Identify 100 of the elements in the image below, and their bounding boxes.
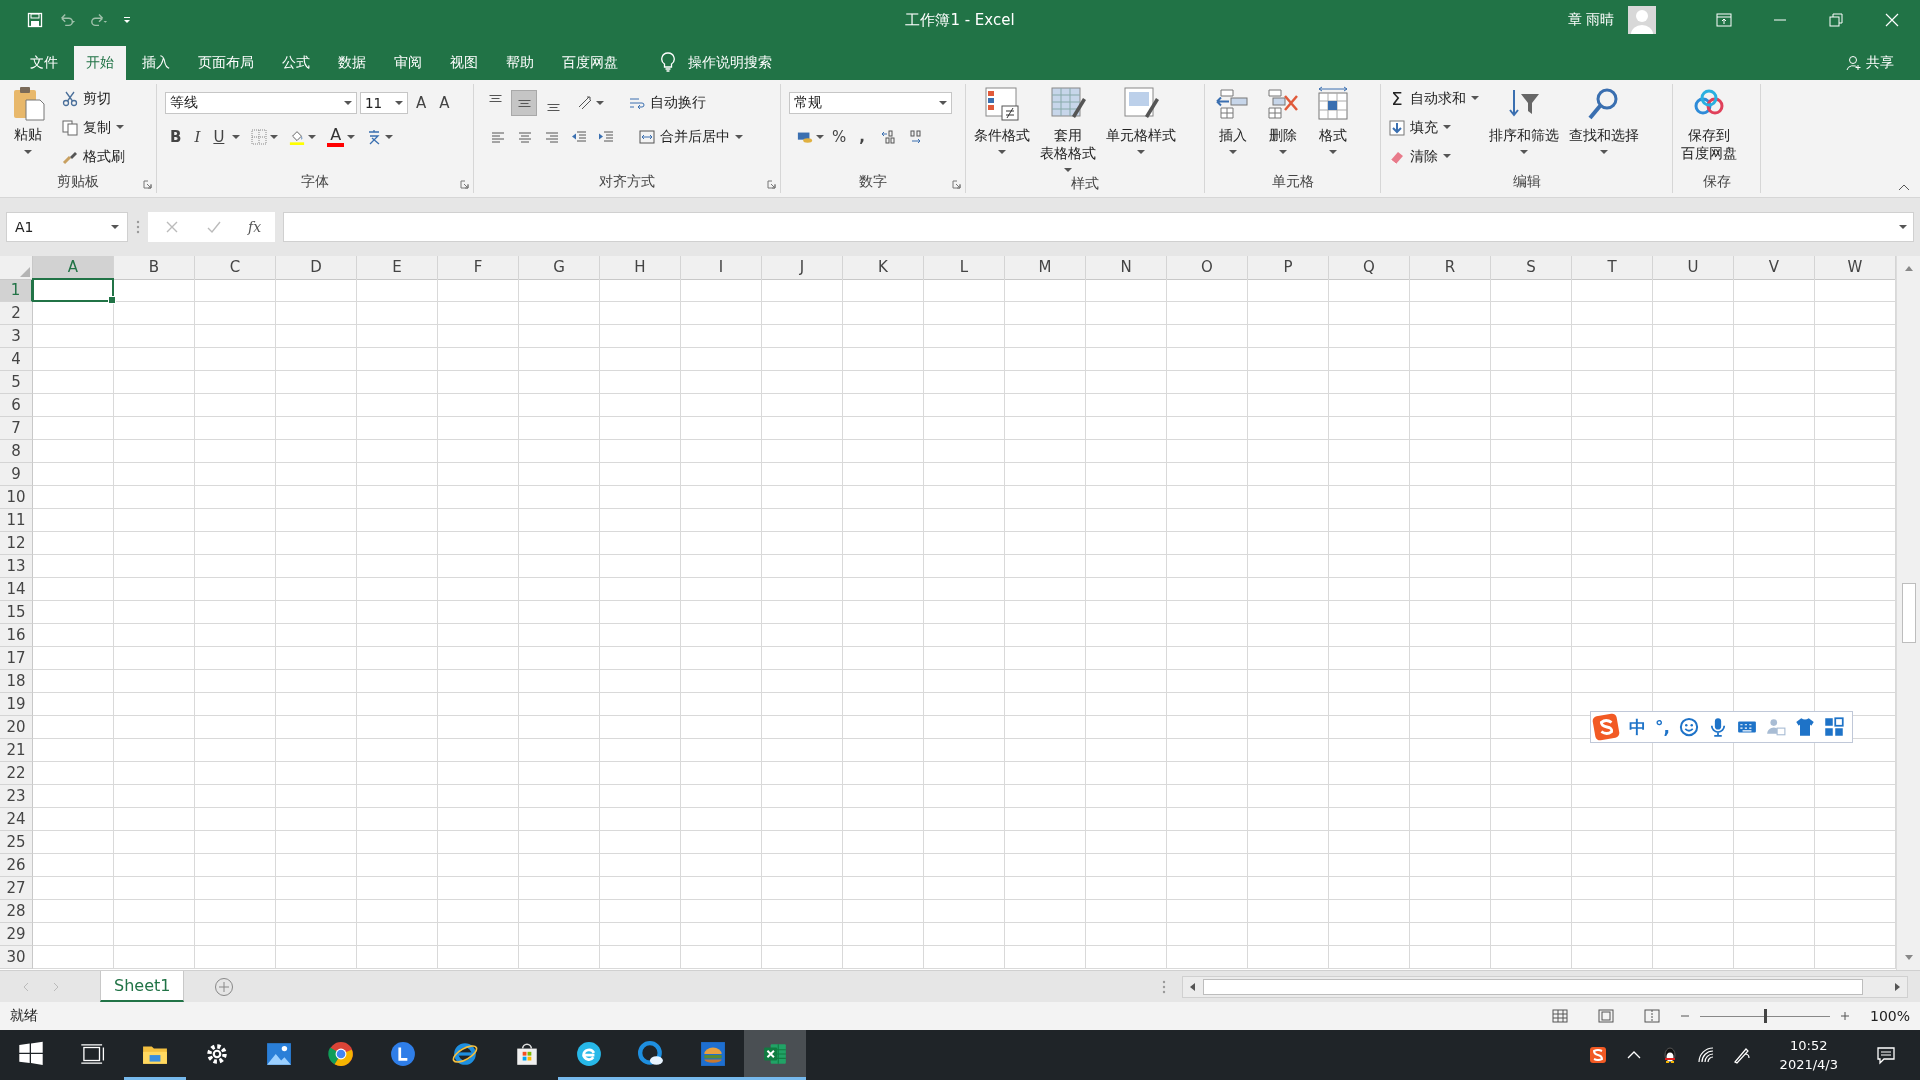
column-header[interactable]: K [843,256,924,280]
vertical-align-button[interactable] [511,90,537,116]
column-header[interactable]: C [195,256,276,280]
editing-command[interactable]: Σ 自动求和 [1385,86,1483,111]
editing-command[interactable]: 查找和选择 [1565,84,1643,157]
column-header[interactable]: G [519,256,600,280]
styles-command[interactable]: 套用 表格格式 [1036,84,1100,175]
scroll-up-icon[interactable] [1903,264,1914,272]
column-header[interactable]: I [681,256,762,280]
column-header[interactable]: V [1734,256,1815,280]
number-format-field[interactable]: 常规 [789,92,952,114]
column-header[interactable]: A [33,256,114,280]
row-header[interactable]: 6 [0,394,33,417]
row-header[interactable]: 17 [0,647,33,670]
column-header[interactable]: D [276,256,357,280]
row-header[interactable]: 4 [0,348,33,371]
punctuation-mode[interactable]: °, [1655,717,1670,737]
dialog-launcher-icon[interactable] [952,180,961,189]
column-header[interactable]: F [438,256,519,280]
ribbon-tab[interactable]: 帮助 [494,46,546,80]
scrollbar-thumb[interactable] [1203,978,1863,995]
cells-command[interactable]: 格式 [1309,84,1357,157]
underline-button[interactable]: U [208,128,230,146]
bold-button[interactable]: B [165,128,187,146]
dialog-launcher-icon[interactable] [767,180,776,189]
row-header[interactable]: 30 [0,946,33,969]
column-header[interactable]: M [1005,256,1086,280]
row-header[interactable]: 22 [0,762,33,785]
column-header[interactable]: Q [1329,256,1410,280]
save-to-cloud-button[interactable]: 保存到 百度网盘 [1677,84,1741,164]
row-header[interactable]: 18 [0,670,33,693]
ribbon-tab[interactable]: 百度网盘 [550,46,630,80]
editing-command[interactable]: 排序和筛选 [1485,84,1563,157]
expand-icon[interactable] [1899,224,1907,230]
column-header[interactable]: S [1491,256,1572,280]
save-icon[interactable] [26,12,44,28]
name-box[interactable]: A1 [6,212,128,242]
normal-view-icon[interactable] [1551,1009,1568,1023]
italic-button[interactable]: I [189,128,206,146]
ribbon-tab[interactable]: 页面布局 [186,46,266,80]
clipboard-command[interactable]: 复制 [58,115,129,140]
comma-button[interactable]: , [854,128,870,146]
cell-grid[interactable]: 中 °, [33,279,1896,969]
row-header[interactable]: 5 [0,371,33,394]
notification-icon[interactable] [1876,1045,1896,1065]
ribbon-tab[interactable]: 文件 [18,46,70,80]
cells-command[interactable]: 删除 [1259,84,1307,157]
column-header[interactable]: H [600,256,681,280]
column-header[interactable]: R [1410,256,1491,280]
ribbon-tab[interactable]: 数据 [326,46,378,80]
font-size-field[interactable]: 11 [360,92,408,114]
column-header[interactable]: O [1167,256,1248,280]
row-header[interactable]: 23 [0,785,33,808]
zoom-level[interactable]: 100% [1869,1008,1910,1024]
font-name-field[interactable]: 等线 [165,92,357,114]
scrollbar-thumb[interactable] [1901,583,1916,643]
row-header[interactable]: 29 [0,923,33,946]
clipboard-command[interactable]: 格式刷 [58,144,129,169]
page-layout-icon[interactable] [1597,1009,1614,1023]
dialog-launcher-icon[interactable] [460,180,469,189]
row-header[interactable]: 9 [0,463,33,486]
ime-logo-icon[interactable] [1592,713,1620,741]
collapse-ribbon-icon[interactable] [1898,183,1910,191]
row-header[interactable]: 14 [0,578,33,601]
row-header[interactable]: 21 [0,739,33,762]
row-header[interactable]: 25 [0,831,33,854]
zoom-in-icon[interactable] [1839,1011,1850,1021]
dialog-launcher-icon[interactable] [143,180,152,189]
align-right-icon[interactable] [544,129,560,145]
share-button[interactable]: 共享 [1846,46,1894,80]
column-header[interactable]: W [1815,256,1896,280]
customize-icon[interactable] [122,15,132,25]
row-header[interactable]: 27 [0,877,33,900]
scroll-right-icon[interactable] [1893,981,1901,992]
row-header[interactable]: 20 [0,716,33,739]
sheet-tab[interactable]: Sheet1 [100,971,185,1002]
column-header[interactable]: E [357,256,438,280]
decrease-indent-icon[interactable] [571,129,587,145]
check-icon[interactable] [206,219,222,235]
editing-command[interactable]: 清除 [1385,144,1483,169]
row-header[interactable]: 15 [0,601,33,624]
input-mode[interactable]: 中 [1629,715,1646,739]
scroll-left-icon[interactable] [1189,981,1197,992]
column-header[interactable]: L [924,256,1005,280]
row-header[interactable]: 24 [0,808,33,831]
font-color-button[interactable]: A [327,127,345,147]
grid-icon[interactable] [1823,717,1844,737]
lightbulb-icon[interactable] [660,52,676,72]
row-header[interactable]: 13 [0,555,33,578]
ime-tray-icon[interactable] [1587,1045,1608,1065]
vertical-scrollbar[interactable] [1896,256,1920,970]
column-header[interactable]: J [762,256,843,280]
fill-color-icon[interactable] [289,129,306,145]
restore-icon[interactable] [1828,12,1844,28]
page-break-icon[interactable] [1643,1009,1660,1023]
align-left-icon[interactable] [490,129,506,145]
insert-function-button[interactable]: fx [248,219,262,235]
smiley-icon[interactable] [1678,717,1699,737]
column-header[interactable]: P [1248,256,1329,280]
ribbon-tab[interactable]: 插入 [130,46,182,80]
